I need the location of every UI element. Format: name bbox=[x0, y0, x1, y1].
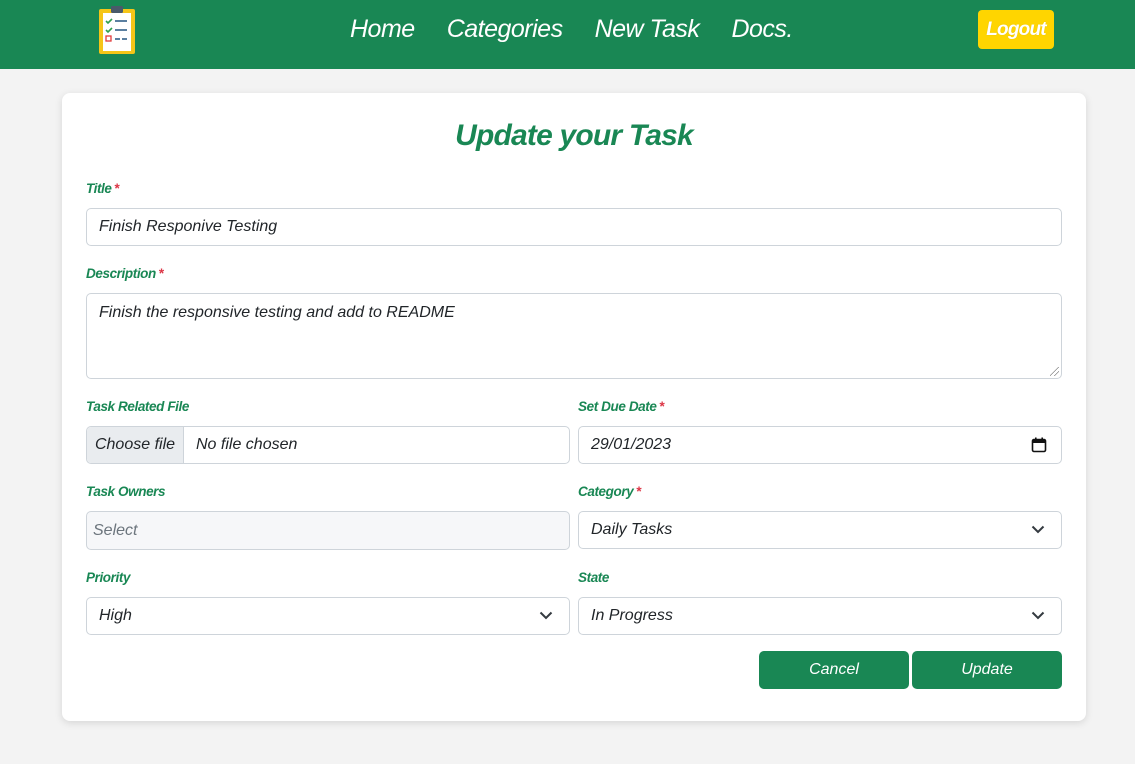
choose-file-button[interactable]: Choose file bbox=[87, 427, 184, 463]
logout-button[interactable]: Logout bbox=[978, 10, 1054, 49]
description-textarea[interactable]: Finish the responsive testing and add to… bbox=[86, 293, 1062, 379]
nav-home-link[interactable]: Home bbox=[350, 15, 415, 44]
navbar: Home Categories New Task Docs. Logout bbox=[0, 0, 1135, 69]
task-owners-select[interactable]: Select bbox=[86, 511, 570, 550]
cancel-button[interactable]: Cancel bbox=[759, 651, 909, 689]
state-label: State bbox=[578, 570, 610, 585]
title-label: Title * bbox=[86, 181, 120, 196]
owners-label: Task Owners bbox=[86, 484, 166, 499]
due-date-input[interactable]: 29/01/2023 bbox=[578, 426, 1062, 464]
required-mark: * bbox=[659, 399, 665, 414]
chevron-down-icon bbox=[1031, 611, 1045, 620]
clipboard-checklist-icon[interactable] bbox=[98, 5, 136, 55]
update-button[interactable]: Update bbox=[912, 651, 1062, 689]
owners-placeholder: Select bbox=[93, 521, 138, 539]
page-title: Update your Task bbox=[455, 119, 694, 152]
category-select[interactable]: Daily Tasks bbox=[578, 511, 1062, 549]
file-input[interactable]: Choose file No file chosen bbox=[86, 426, 570, 464]
due-date-label: Set Due Date * bbox=[578, 399, 665, 414]
file-label: Task Related File bbox=[86, 399, 189, 414]
priority-select[interactable]: High bbox=[86, 597, 570, 635]
resize-grip-icon[interactable] bbox=[1050, 367, 1059, 376]
chevron-down-icon bbox=[539, 611, 553, 620]
update-task-card: Update your Task Title * Finish Responive… bbox=[62, 93, 1086, 721]
nav-links: Home Categories New Task Docs. bbox=[350, 0, 825, 58]
nav-new-task-link[interactable]: New Task bbox=[595, 15, 700, 44]
nav-docs-link[interactable]: Docs. bbox=[731, 15, 793, 44]
calendar-icon[interactable] bbox=[1031, 437, 1047, 453]
file-status: No file chosen bbox=[196, 436, 298, 453]
required-mark: * bbox=[114, 181, 120, 196]
title-input[interactable]: Finish Responive Testing bbox=[86, 208, 1062, 246]
nav-categories-link[interactable]: Categories bbox=[447, 15, 563, 44]
priority-label: Priority bbox=[86, 570, 131, 585]
required-mark: * bbox=[636, 484, 642, 499]
category-label: Category * bbox=[578, 484, 642, 499]
required-mark: * bbox=[158, 266, 164, 281]
description-label: Description * bbox=[86, 266, 164, 281]
chevron-down-icon bbox=[1031, 525, 1045, 534]
state-select[interactable]: In Progress bbox=[578, 597, 1062, 635]
